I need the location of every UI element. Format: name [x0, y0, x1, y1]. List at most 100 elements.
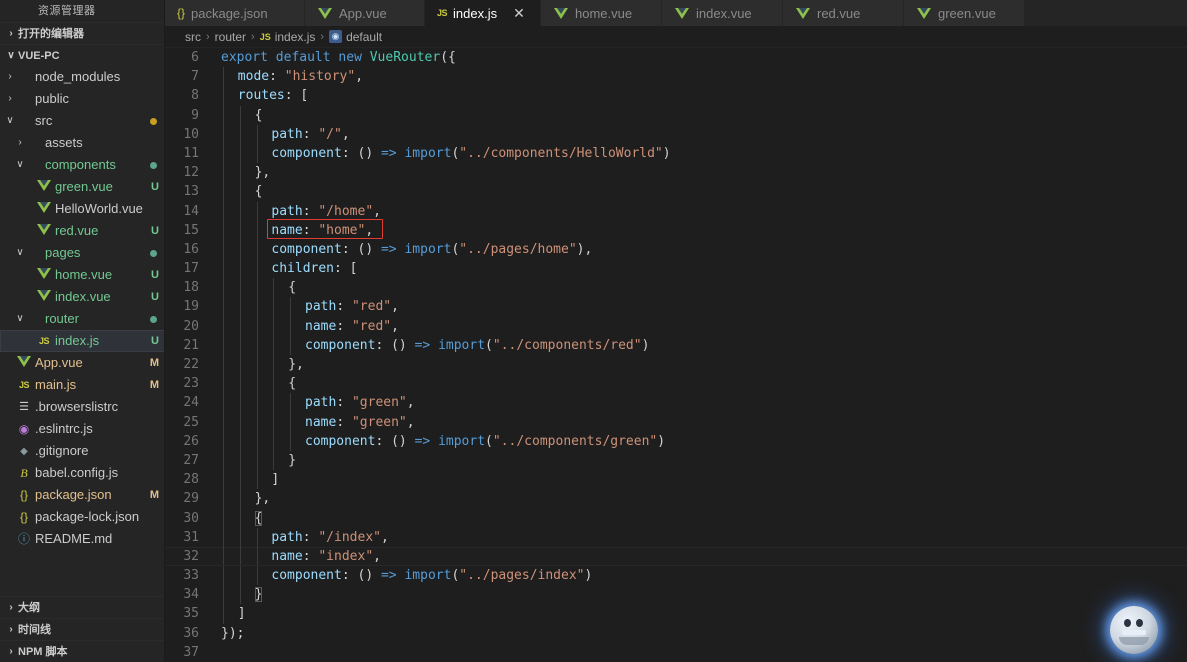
assistant-avatar[interactable] [1110, 606, 1158, 654]
tree-item-label: .eslintrc.js [35, 421, 93, 436]
code-text: routes: [ [213, 86, 1187, 106]
indent-guide [273, 393, 275, 413]
tree-item-router[interactable]: ∨ router [0, 308, 165, 330]
indent-guide [273, 278, 275, 298]
tree-item-label: green.vue [55, 179, 113, 194]
code-tokens: } [254, 585, 263, 604]
code-token: "../components/green" [492, 433, 658, 449]
breadcrumb-item-default[interactable]: ◉ default [329, 30, 382, 44]
indent-guide [273, 316, 275, 336]
indent-guide [256, 278, 258, 298]
breadcrumb-item-src[interactable]: src [185, 30, 201, 44]
tab-index-vue[interactable]: index.vue [662, 0, 783, 26]
indent-guide [223, 124, 224, 144]
code-tokens: path: "/", [271, 125, 349, 144]
code-tokens: path: "red", [305, 297, 399, 316]
tab-home-vue[interactable]: home.vue [541, 0, 662, 26]
tree-item-src[interactable]: ∨ src [0, 110, 165, 132]
tree-item-red-vue[interactable]: red.vue U [0, 220, 165, 242]
tree-item-index-js[interactable]: JS index.js U [0, 330, 165, 352]
indent-guide [256, 374, 258, 394]
chevron-down-icon: ∨ [6, 115, 14, 126]
tree-item-index-vue[interactable]: index.vue U [0, 286, 165, 308]
code-text: component: () => import("../components/H… [213, 143, 1187, 164]
code-line: 35] [165, 604, 1187, 624]
tab-green-vue[interactable]: green.vue [904, 0, 1025, 26]
close-icon[interactable]: ✕ [513, 6, 525, 20]
tree-item-home-vue[interactable]: home.vue U [0, 264, 165, 286]
indent-guide [256, 124, 258, 144]
code-text: }, [213, 163, 1187, 183]
indent-guide [239, 508, 241, 528]
code-token: "index" [318, 548, 374, 564]
js-file-icon: JS [38, 336, 50, 346]
tree-item-package-json[interactable]: {} package.json M [0, 484, 165, 506]
indent-guide [256, 239, 258, 260]
tree-item-assets[interactable]: › assets [0, 132, 165, 154]
code-text: } [213, 450, 1187, 471]
project-root-section[interactable]: ∨ VUE-PC [0, 44, 165, 66]
indent-guide [273, 412, 275, 432]
gitignore-file-icon: ◆ [20, 445, 28, 457]
open-editors-section[interactable]: › 打开的编辑器 [0, 22, 165, 44]
code-token: , [380, 529, 389, 545]
indent-guide [273, 374, 275, 394]
tree-item-label: pages [45, 245, 81, 260]
tree-item-label: src [35, 113, 53, 128]
tree-item-package-lock-json[interactable]: {} package-lock.json [0, 506, 165, 528]
code-token: "../components/HelloWorld" [459, 145, 663, 161]
code-token: ( [485, 337, 493, 353]
tree-item-app-vue[interactable]: App.vue M [0, 352, 165, 374]
line-number: 18 [183, 280, 199, 296]
tree-item-label: .gitignore [35, 443, 89, 458]
tree-item-green-vue[interactable]: green.vue U [0, 176, 165, 198]
tree-item-components[interactable]: ∨ components [0, 154, 165, 176]
code-token: , [341, 126, 350, 142]
tree-item-readme-md[interactable]: ⓘ README.md [0, 528, 165, 550]
tab-app-vue[interactable]: App.vue [305, 0, 425, 26]
sidebar-section-outline[interactable]: › 大纲 [0, 596, 165, 618]
code-text: name: "green", [213, 412, 1187, 432]
code-text: component: () => import("../pages/index"… [213, 566, 1187, 586]
code-tokens: name: "red", [305, 317, 399, 336]
breadcrumb-item-router[interactable]: router [215, 30, 246, 44]
tree-item-node-modules[interactable]: › node_modules [0, 66, 165, 88]
code-text: { [213, 182, 1187, 202]
code-line: 15 name: "home", [165, 220, 1187, 240]
code-editor[interactable]: 6 export default new VueRouter({7 mode: "h… [165, 48, 1187, 662]
tab-red-vue[interactable]: red.vue [783, 0, 904, 26]
tree-item-label: package-lock.json [35, 509, 140, 524]
indent-guide [223, 546, 224, 567]
tree-item-helloworld-vue[interactable]: HelloWorld.vue [0, 198, 165, 220]
code-token: { [288, 280, 297, 296]
tree-item--browserslistrc[interactable]: ☰ .browserslistrc [0, 396, 165, 418]
code-token: ) [641, 337, 650, 353]
git-status-badge: U [151, 225, 159, 237]
code-text: mode: "history", [213, 67, 1187, 87]
code-line: 22}, [165, 355, 1187, 375]
code-token: ) [657, 433, 666, 449]
code-token: }); [221, 625, 245, 641]
tab-label: index.js [453, 5, 498, 21]
sidebar-section-timeline[interactable]: › 时间线 [0, 618, 165, 640]
tab-package-json[interactable]: {} package.json [165, 0, 305, 26]
code-tokens: name: "index", [271, 547, 381, 566]
tab-label: red.vue [817, 5, 861, 21]
breadcrumb-item-index-js[interactable]: JS index.js [260, 30, 316, 44]
tree-item-main-js[interactable]: JS main.js M [0, 374, 165, 396]
code-text: { [213, 105, 1187, 125]
code-text: path: "red", [213, 297, 1187, 317]
tree-item--eslintrc-js[interactable]: ◉ .eslintrc.js [0, 418, 165, 440]
indent-guide [290, 316, 292, 336]
indent-guide [239, 278, 241, 298]
tree-item-babel-config-js[interactable]: Bbabel.config.js [0, 462, 165, 484]
indent-guide [239, 124, 241, 144]
code-tokens: component: () => import("../components/H… [271, 144, 670, 163]
sidebar-section-npm-scripts[interactable]: › NPM 脚本 [0, 640, 165, 662]
tab-index-js[interactable]: JS index.js ✕ [425, 0, 541, 26]
tree-item--gitignore[interactable]: ◆ .gitignore [0, 440, 165, 462]
tree-item-pages[interactable]: ∨ pages [0, 242, 165, 264]
tree-item-public[interactable]: › public [0, 88, 165, 110]
sidebar-bottom-sections: › 大纲 › 时间线 › NPM 脚本 [0, 596, 165, 662]
code-token: default [275, 50, 339, 65]
